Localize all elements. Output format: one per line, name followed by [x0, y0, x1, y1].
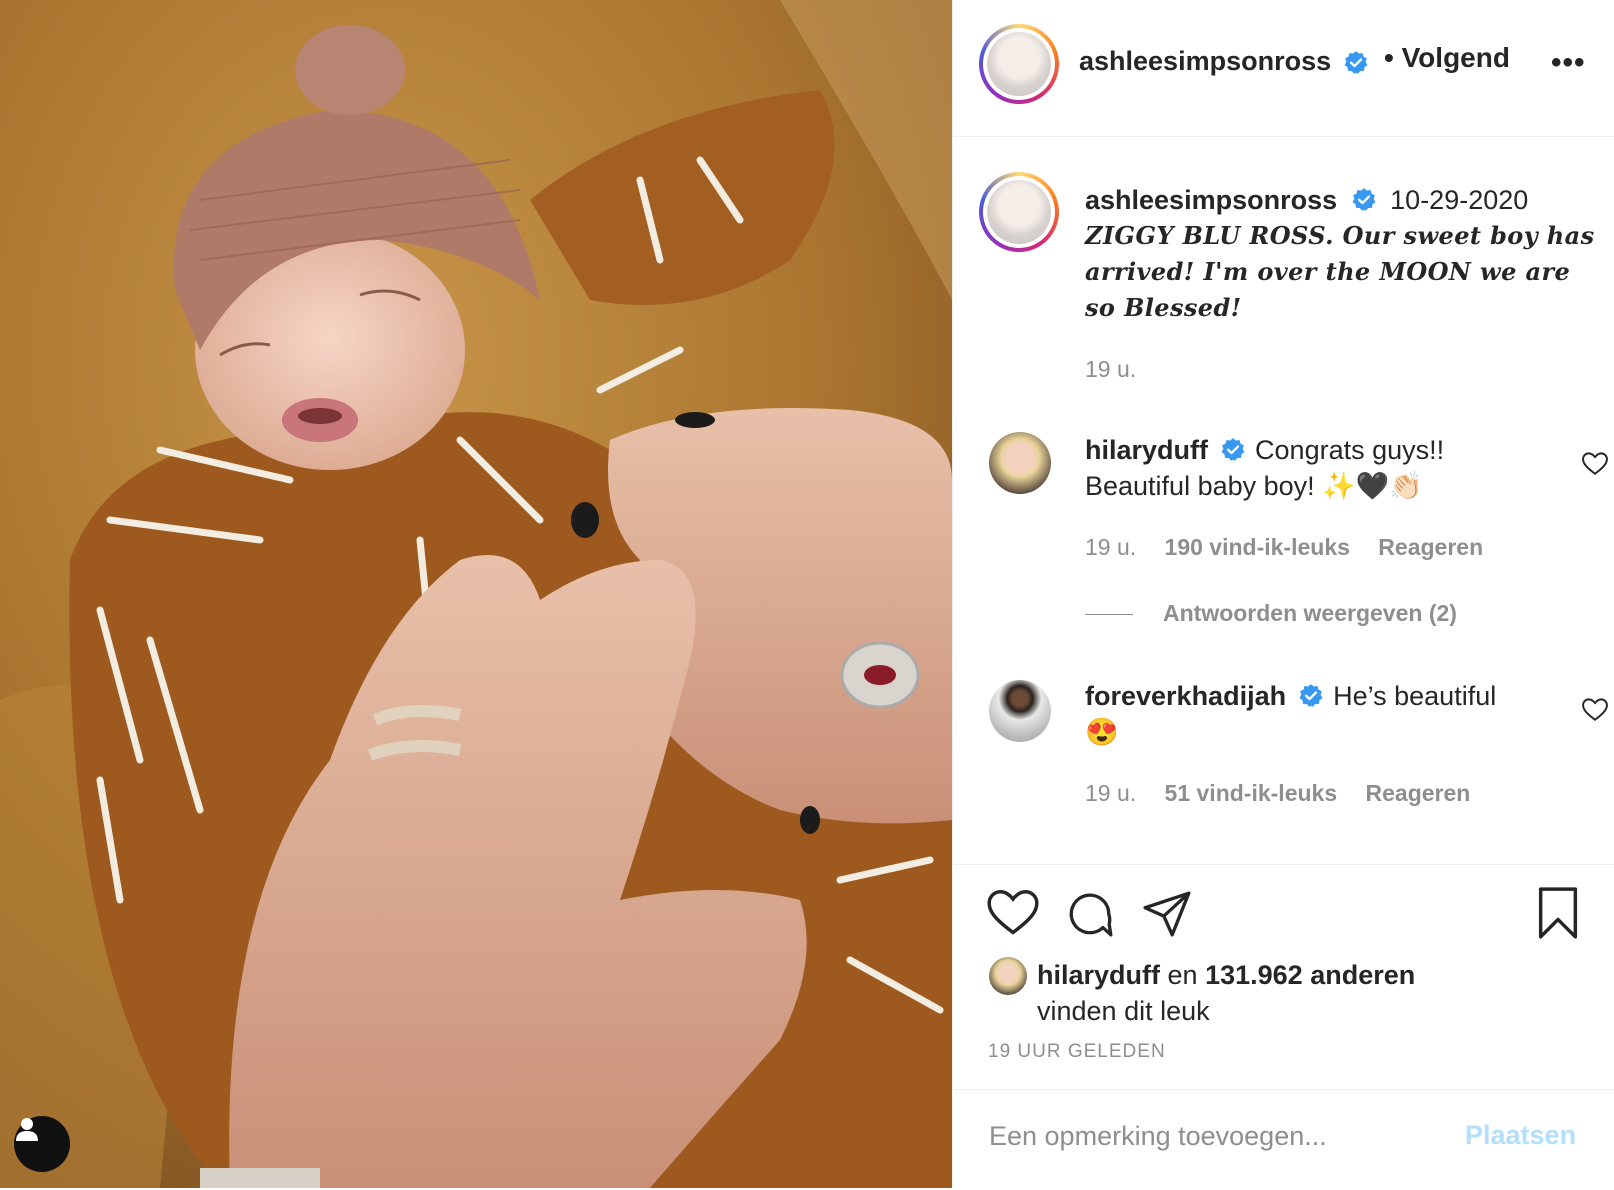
author-username[interactable]: ashleesimpsonross	[1079, 46, 1331, 77]
user-tag-button[interactable]	[14, 1116, 70, 1172]
likes-summary: hilaryduff en 131.962 anderen vinden dit…	[1037, 957, 1415, 1029]
author-avatar-image	[987, 32, 1051, 96]
comment-form: Plaatsen	[953, 1089, 1614, 1190]
view-replies-label: Antwoorden weergeven (2)	[1163, 600, 1457, 626]
comment-icon[interactable]	[1065, 889, 1115, 939]
post-sidebar: ashleesimpsonross • Volgend ••• ashleesi…	[952, 0, 1614, 1188]
comment-likes[interactable]: 51 vind-ik-leuks	[1165, 780, 1338, 806]
caption-username[interactable]: ashleesimpsonross	[1085, 185, 1337, 215]
reply-button[interactable]: Reageren	[1378, 534, 1483, 560]
comment-avatar-hilaryduff[interactable]	[989, 432, 1051, 494]
share-icon[interactable]	[1143, 891, 1193, 937]
comment-meta: 19 u. 51 vind-ik-leuks Reageren	[1085, 780, 1470, 807]
verified-icon	[1221, 437, 1245, 461]
liker-username[interactable]: hilaryduff	[1037, 960, 1160, 990]
bookmark-icon[interactable]	[1535, 887, 1581, 939]
user-tag-icon	[16, 1118, 38, 1141]
instagram-post: ashleesimpsonross • Volgend ••• ashleesi…	[0, 0, 1614, 1188]
author-avatar[interactable]	[979, 24, 1059, 104]
reply-button[interactable]: Reageren	[1366, 780, 1471, 806]
caption-date: 10-29-2020	[1390, 185, 1529, 215]
likes-others[interactable]: 131.962 anderen	[1205, 960, 1415, 990]
comment-meta: 19 u. 190 vind-ik-leuks Reageren	[1085, 534, 1483, 561]
comment-username[interactable]: hilaryduff	[1085, 435, 1208, 465]
like-comment-heart-icon[interactable]	[1582, 698, 1608, 722]
verified-icon	[1299, 683, 1323, 707]
comment-time: 19 u.	[1085, 534, 1137, 560]
view-replies-button[interactable]: Antwoorden weergeven (2)	[1085, 600, 1457, 627]
post-actions: hilaryduff en 131.962 anderen vinden dit…	[953, 864, 1614, 1189]
comment-username[interactable]: foreverkhadijah	[1085, 681, 1286, 711]
post-comment-button[interactable]: Plaatsen	[1465, 1120, 1576, 1151]
comment-time: 19 u.	[1085, 780, 1137, 806]
like-comment-heart-icon[interactable]	[1582, 452, 1608, 476]
baby-photo-illustration	[0, 0, 952, 1188]
caption-avatar-image	[987, 180, 1051, 244]
caption-block: ashleesimpsonross 10-29-2020 ZIGGY BLU R…	[1085, 182, 1595, 383]
comment-avatar-foreverkhadijah[interactable]	[989, 680, 1051, 742]
likes-and: en	[1167, 960, 1198, 990]
following-button[interactable]: • Volgend	[1384, 42, 1510, 74]
replies-divider	[1085, 614, 1133, 616]
comment-hilaryduff: hilaryduff Congrats guys!! Beautiful bab…	[1085, 432, 1535, 504]
comment-foreverkhadijah: foreverkhadijah He’s beautiful 😍	[1085, 678, 1535, 750]
posted-time: 19 UUR GELEDEN	[988, 1041, 1166, 1062]
likes-suffix: vinden dit leuk	[1037, 996, 1210, 1026]
caption-time: 19 u.	[1085, 356, 1137, 382]
liker-avatar[interactable]	[989, 957, 1027, 995]
caption-text: ZIGGY BLU ROSS. Our sweet boy has arrive…	[1085, 221, 1595, 322]
post-header: ashleesimpsonross • Volgend •••	[953, 0, 1614, 137]
comment-likes[interactable]: 190 vind-ik-leuks	[1165, 534, 1350, 560]
caption-author-avatar[interactable]	[979, 172, 1059, 252]
verified-icon	[1344, 51, 1368, 74]
post-photo[interactable]	[0, 0, 952, 1188]
heart-icon[interactable]	[987, 889, 1039, 937]
comment-input[interactable]	[987, 1120, 1451, 1153]
verified-icon	[1352, 187, 1376, 211]
more-options-icon[interactable]: •••	[1551, 46, 1586, 80]
